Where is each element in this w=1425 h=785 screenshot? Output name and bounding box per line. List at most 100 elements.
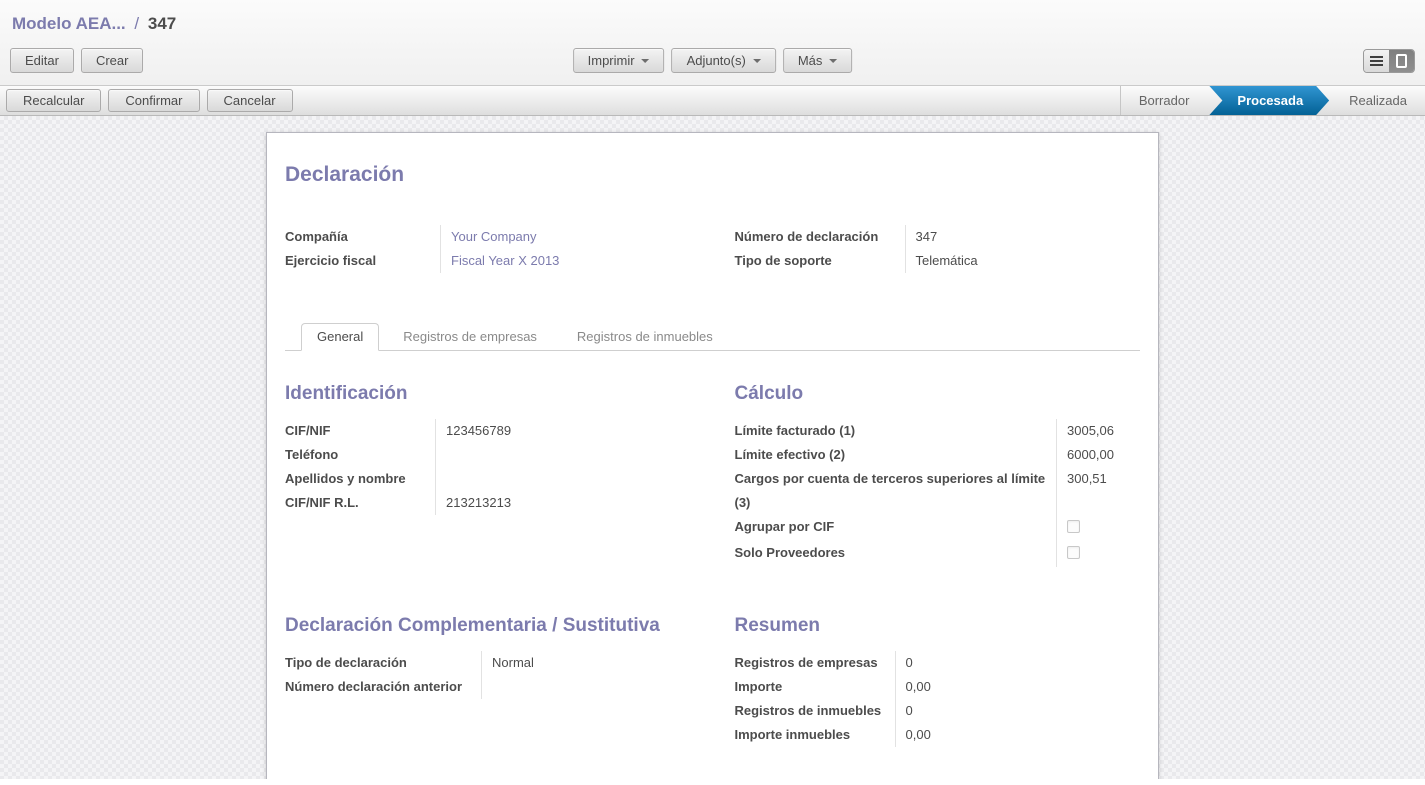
statusbar: Borrador Procesada Realizada: [1120, 86, 1425, 115]
field-label: Agrupar por CIF: [735, 515, 1057, 541]
field-label: Número de declaración: [735, 225, 905, 249]
field-label: Registros de inmuebles: [735, 699, 895, 723]
field-value: [1056, 515, 1140, 541]
field-value: [481, 675, 691, 699]
status-realizada[interactable]: Realizada: [1331, 86, 1425, 115]
tab-registros-inmuebles[interactable]: Registros de inmuebles: [561, 323, 729, 351]
section-identificacion: Identificación CIF/NIF 123456789 Teléfon…: [285, 383, 691, 567]
toolbar: Editar Crear Imprimir Adjunto(s) Más: [10, 48, 1415, 79]
field-limite-efectivo: Límite efectivo (2) 6000,00: [735, 443, 1141, 467]
field-cargos-terceros: Cargos por cuenta de terceros superiores…: [735, 467, 1141, 515]
section-calculo: Cálculo Límite facturado (1) 3005,06 Lím…: [735, 383, 1141, 567]
solo-proveedores-checkbox[interactable]: [1067, 546, 1080, 559]
field-label: Límite efectivo (2): [735, 443, 1057, 467]
section-resumen: Resumen Registros de empresas 0 Importe …: [735, 615, 1141, 747]
section-title: Resumen: [735, 615, 1141, 637]
record-buttons: Editar Crear: [10, 48, 143, 73]
form-view-button[interactable]: [1389, 50, 1414, 72]
field-numero-declaracion: Número de declaración 347: [735, 225, 1141, 249]
confirm-button[interactable]: Confirmar: [108, 89, 199, 112]
field-compania: Compañía Your Company: [285, 225, 691, 249]
field-label: Tipo de soporte: [735, 249, 905, 273]
field-value: [435, 467, 691, 491]
field-value: 347: [905, 225, 1141, 249]
field-label: Solo Proveedores: [735, 541, 1057, 567]
field-value: 123456789: [435, 419, 691, 443]
field-tipo-soporte: Tipo de soporte Telemática: [735, 249, 1141, 273]
field-value: Normal: [481, 651, 691, 675]
section-complementaria: Declaración Complementaria / Sustitutiva…: [285, 615, 691, 747]
field-value: 0,00: [895, 675, 1141, 699]
field-numero-declaracion-anterior: Número declaración anterior: [285, 675, 691, 699]
field-value: 0: [895, 699, 1141, 723]
attachments-dropdown-button[interactable]: Adjunto(s): [672, 48, 776, 73]
status-procesada[interactable]: Procesada: [1209, 86, 1329, 115]
header-field-group: Compañía Your Company Ejercicio fiscal F…: [285, 225, 1140, 273]
notebook-tabs: General Registros de empresas Registros …: [285, 323, 1140, 351]
agrupar-por-cif-checkbox[interactable]: [1067, 520, 1080, 533]
field-apellidos-nombre: Apellidos y nombre: [285, 467, 691, 491]
field-label: Importe: [735, 675, 895, 699]
section-title: Identificación: [285, 383, 691, 405]
field-value: [435, 443, 691, 467]
field-importe-inmuebles: Importe inmuebles 0,00: [735, 723, 1141, 747]
header-fields-right: Número de declaración 347 Tipo de soport…: [735, 225, 1141, 273]
field-registros-inmuebles: Registros de inmuebles 0: [735, 699, 1141, 723]
field-label: Número declaración anterior: [285, 675, 481, 699]
caret-down-icon: [829, 59, 837, 63]
tab-general-content: Identificación CIF/NIF 123456789 Teléfon…: [285, 383, 1140, 747]
field-label: Registros de empresas: [735, 651, 895, 675]
recalculate-button[interactable]: Recalcular: [6, 89, 101, 112]
field-value: 6000,00: [1056, 443, 1140, 467]
field-label: Cargos por cuenta de terceros superiores…: [735, 467, 1057, 515]
create-button[interactable]: Crear: [81, 48, 144, 73]
field-agrupar-por-cif: Agrupar por CIF: [735, 515, 1141, 541]
field-label: Ejercicio fiscal: [285, 249, 440, 273]
field-value: 3005,06: [1056, 419, 1140, 443]
field-value: 300,51: [1056, 467, 1140, 515]
company-link[interactable]: Your Company: [440, 225, 691, 249]
fiscal-year-link[interactable]: Fiscal Year X 2013: [440, 249, 691, 273]
field-label: Apellidos y nombre: [285, 467, 435, 491]
breadcrumb-parent-link[interactable]: Modelo AEA...: [12, 14, 126, 33]
field-tipo-declaracion: Tipo de declaración Normal: [285, 651, 691, 675]
field-cif-nif-rl: CIF/NIF R.L. 213213213: [285, 491, 691, 515]
field-value: 0: [895, 651, 1141, 675]
more-dropdown-button[interactable]: Más: [783, 48, 853, 73]
control-panel: Modelo AEA... / 347 Editar Crear Imprimi…: [0, 0, 1425, 85]
list-view-button[interactable]: [1364, 50, 1389, 72]
form-view-container[interactable]: Declaración Compañía Your Company Ejerci…: [0, 116, 1425, 779]
attachments-label: Adjunto(s): [687, 53, 746, 68]
view-switcher: [1363, 49, 1415, 73]
field-value: Telemática: [905, 249, 1141, 273]
tab-general[interactable]: General: [301, 323, 379, 351]
breadcrumb-current: 347: [148, 14, 176, 33]
field-label: CIF/NIF R.L.: [285, 491, 435, 515]
sheet-title: Declaración: [285, 163, 1140, 187]
field-cif-nif: CIF/NIF 123456789: [285, 419, 691, 443]
form-icon: [1396, 54, 1407, 68]
field-registros-empresas: Registros de empresas 0: [735, 651, 1141, 675]
breadcrumb-separator: /: [130, 14, 143, 33]
section-title: Cálculo: [735, 383, 1141, 405]
tab-registros-empresas[interactable]: Registros de empresas: [387, 323, 553, 351]
field-label: Importe inmuebles: [735, 723, 895, 747]
cancel-button[interactable]: Cancelar: [207, 89, 293, 112]
form-action-bar: Recalcular Confirmar Cancelar Borrador P…: [0, 85, 1425, 116]
field-label: Teléfono: [285, 443, 435, 467]
print-label: Imprimir: [588, 53, 635, 68]
field-value: [1056, 541, 1140, 567]
field-limite-facturado: Límite facturado (1) 3005,06: [735, 419, 1141, 443]
print-dropdown-button[interactable]: Imprimir: [573, 48, 665, 73]
field-importe: Importe 0,00: [735, 675, 1141, 699]
field-value: 213213213: [435, 491, 691, 515]
header-fields-left: Compañía Your Company Ejercicio fiscal F…: [285, 225, 691, 273]
form-sheet: Declaración Compañía Your Company Ejerci…: [266, 132, 1159, 779]
field-label: Tipo de declaración: [285, 651, 481, 675]
edit-button[interactable]: Editar: [10, 48, 74, 73]
list-icon: [1370, 56, 1383, 66]
status-borrador[interactable]: Borrador: [1121, 86, 1208, 115]
field-telefono: Teléfono: [285, 443, 691, 467]
caret-down-icon: [642, 59, 650, 63]
field-solo-proveedores: Solo Proveedores: [735, 541, 1141, 567]
